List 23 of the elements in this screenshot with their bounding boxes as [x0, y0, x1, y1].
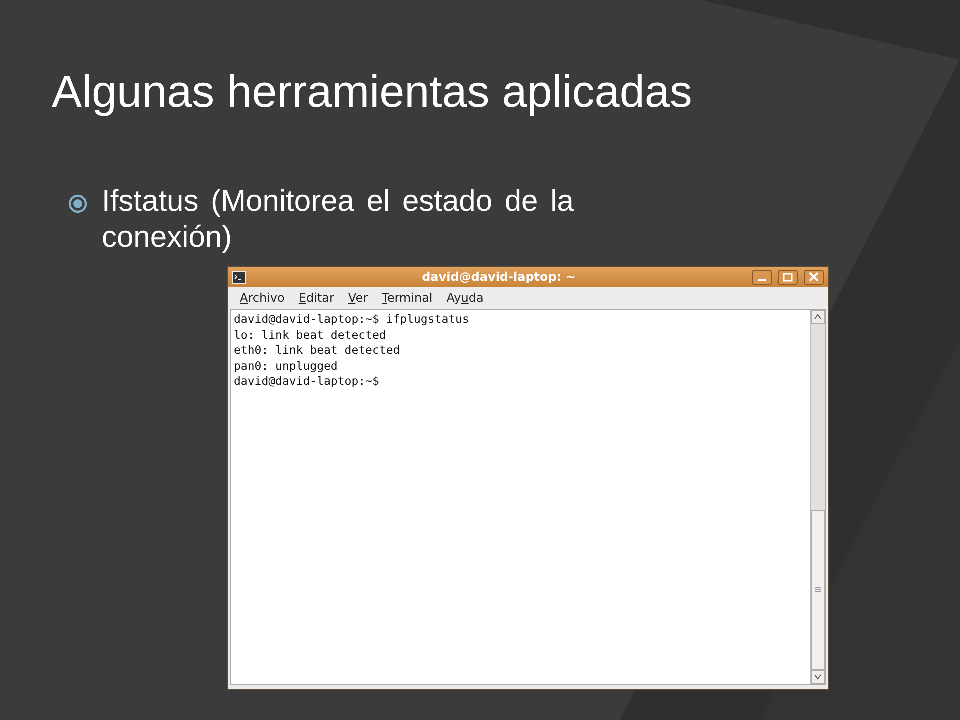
- menu-item[interactable]: Ayuda: [440, 289, 490, 307]
- bullet-icon: [68, 194, 88, 214]
- close-icon[interactable]: [804, 270, 824, 284]
- terminal-line: david@david-laptop:~$ ifplugstatus: [234, 312, 470, 328]
- scroll-thumb[interactable]: [811, 510, 825, 670]
- terminal-line: david@david-laptop:~$: [234, 374, 380, 390]
- terminal-line: pan0: unplugged: [234, 358, 339, 374]
- menu-item[interactable]: Ver: [342, 289, 374, 307]
- menu-item[interactable]: Terminal: [376, 289, 439, 307]
- scrollbar[interactable]: [810, 310, 825, 684]
- slide-title: Algunas herramientas aplicadas: [52, 65, 694, 119]
- menu-item[interactable]: Archivo: [234, 289, 291, 307]
- terminal-line: lo: link beat detected: [234, 328, 388, 343]
- menu-item[interactable]: Editar: [292, 289, 340, 307]
- terminal-line: eth0: link beat detected: [234, 343, 402, 358]
- window-title: david@david-laptop: ~: [421, 270, 577, 284]
- maximize-icon[interactable]: [778, 270, 798, 284]
- bullet-text: Ifstatus (Monitorea el estado de la conexión): [102, 184, 575, 256]
- scroll-up-icon[interactable]: [814, 314, 822, 320]
- minimize-icon[interactable]: [752, 270, 772, 284]
- grip-icon: [815, 587, 821, 593]
- scroll-down-icon[interactable]: [814, 674, 822, 680]
- terminal-icon: [232, 270, 246, 284]
